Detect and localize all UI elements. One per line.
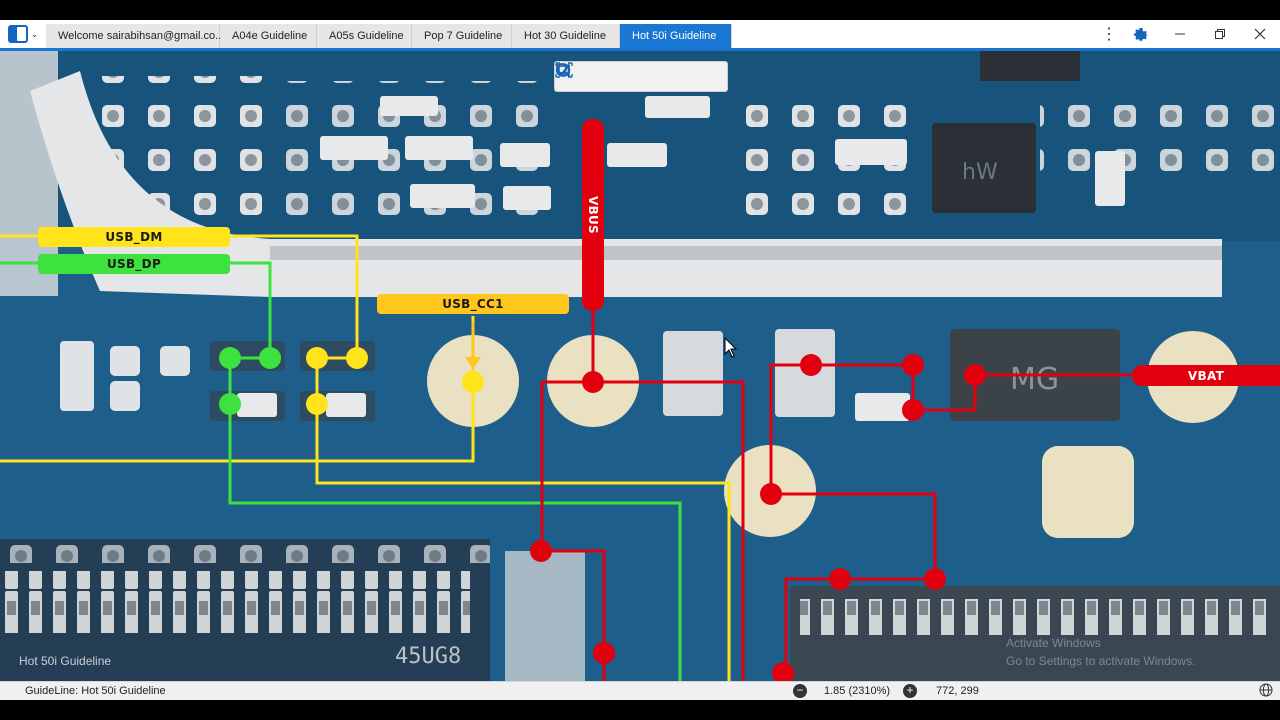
minimize-button[interactable] — [1160, 20, 1200, 48]
zoom-out-button[interactable]: − — [793, 684, 807, 698]
signal-label-usb-dp[interactable]: USB_DP — [38, 254, 230, 274]
silkscreen-45ug8: 45UG8 — [395, 644, 461, 669]
tab-hot30-guideline[interactable]: Hot 30 Guideline — [512, 24, 620, 48]
gear-icon — [1134, 28, 1149, 41]
close-icon — [1254, 28, 1266, 40]
window-controls: ⋮ — [1096, 20, 1280, 48]
guideline-watermark: Hot 50i Guideline — [19, 654, 112, 668]
fit-screen-button[interactable] — [555, 62, 647, 89]
pcb-board-image: hW MG 45UG8 — [0, 51, 1280, 681]
close-button[interactable] — [1240, 20, 1280, 48]
cursor-coordinates: 772, 299 — [936, 685, 979, 697]
restore-button[interactable] — [1200, 20, 1240, 48]
signal-label-usb-dm[interactable]: USB_DM — [38, 227, 230, 247]
view-toolbar — [554, 61, 728, 92]
settings-button[interactable] — [1122, 20, 1160, 48]
letterbox-bottom — [0, 700, 1280, 720]
search-button[interactable] — [556, 63, 713, 89]
kebab-menu-icon[interactable]: ⋮ — [1096, 20, 1122, 48]
globe-icon[interactable] — [1259, 683, 1273, 700]
letterbox-top — [0, 0, 1280, 20]
activate-line-1: Activate Windows — [1006, 636, 1101, 650]
tab-welcome[interactable]: Welcome sairabihsan@gmail.co... — [46, 24, 224, 48]
app-logo-icon — [7, 25, 28, 43]
tab-hot50i-guideline[interactable]: Hot 50i Guideline — [620, 24, 732, 48]
annotate-button[interactable] — [555, 63, 683, 89]
signal-label-usb-cc1[interactable]: USB_CC1 — [377, 294, 569, 314]
minus-icon: − — [796, 683, 804, 697]
restore-icon — [1215, 29, 1225, 39]
zoom-level: 1.85 (2310%) — [824, 685, 891, 697]
rotate-right-button[interactable] — [555, 63, 617, 89]
zoom-in-button[interactable]: + — [903, 684, 917, 698]
activate-windows-watermark: Activate Windows Go to Settings to activ… — [1006, 634, 1195, 670]
signal-label-vbat[interactable]: VBAT — [1132, 365, 1280, 386]
signal-label-vbus-text: VBUS — [586, 195, 600, 235]
status-bar: GuideLine: Hot 50i Guideline − 1.85 (231… — [0, 681, 1280, 700]
title-bar: ⌄ Welcome sairabihsan@gmail.co... A04e G… — [0, 20, 1280, 48]
app-menu-button[interactable]: ⌄ — [0, 20, 46, 48]
status-guideline: GuideLine: Hot 50i Guideline — [25, 685, 166, 697]
chevron-down-icon: ⌄ — [30, 28, 39, 39]
activate-line-2: Go to Settings to activate Windows. — [1006, 654, 1196, 668]
chip-marking-hw: hW — [962, 160, 998, 185]
tab-strip: Welcome sairabihsan@gmail.co... A04e Gui… — [46, 20, 732, 48]
plus-icon: + — [906, 683, 914, 697]
tab-a05s-guideline[interactable]: A05s Guideline — [317, 24, 412, 48]
signal-label-vbus[interactable]: VBUS — [582, 119, 604, 311]
pcb-viewer-canvas[interactable]: hW MG 45UG8 USB_DM USB_DP USB_CC1 VBUS V… — [0, 51, 1280, 681]
search-icon — [556, 63, 571, 78]
tab-a04e-guideline[interactable]: A04e Guideline — [220, 24, 317, 48]
globe-icon-svg — [1259, 683, 1273, 697]
tab-pop7-guideline[interactable]: Pop 7 Guideline — [412, 24, 512, 48]
minimize-icon — [1175, 33, 1185, 35]
chip-marking-mg: MG — [1010, 362, 1059, 397]
